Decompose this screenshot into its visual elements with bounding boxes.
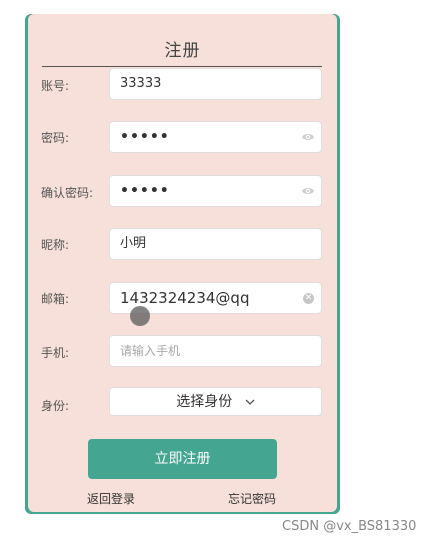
eye-icon[interactable] (301, 185, 315, 197)
account-label: 账号: (41, 79, 70, 93)
chevron-down-icon (245, 399, 255, 405)
password-label: 密码: (41, 131, 70, 145)
register-card: 注册 账号: 33333 密码: ••••• 确认密码: ••••• 昵称: 小… (28, 14, 337, 512)
watermark: CSDN @vx_BS81330 (282, 519, 417, 534)
page-title: 注册 (164, 41, 201, 61)
nickname-value: 小明 (120, 236, 147, 251)
mouse-cursor-indicator (130, 306, 150, 326)
account-input[interactable]: 33333 (109, 68, 322, 100)
page: 注册 账号: 33333 密码: ••••• 确认密码: ••••• 昵称: 小… (0, 0, 447, 545)
nickname-label: 昵称: (41, 238, 70, 252)
forgot-password-link[interactable]: 忘记密码 (228, 490, 276, 507)
eye-icon[interactable] (301, 131, 315, 143)
confirm-password-value: ••••• (120, 183, 170, 199)
role-select-value: 选择身份 (110, 388, 321, 416)
email-label: 邮箱: (41, 292, 70, 306)
confirm-password-label: 确认密码: (41, 186, 94, 200)
account-value: 33333 (120, 76, 162, 91)
password-value: ••••• (120, 129, 170, 145)
confirm-password-input[interactable]: ••••• (109, 175, 322, 207)
phone-label: 手机: (41, 346, 70, 360)
password-input[interactable]: ••••• (109, 121, 322, 153)
role-select-text: 选择身份 (176, 394, 233, 410)
role-label: 身份: (41, 399, 70, 413)
phone-input[interactable]: 请输入手机 (109, 335, 322, 367)
role-select[interactable]: 选择身份 (109, 387, 322, 416)
back-to-login-link[interactable]: 返回登录 (87, 490, 135, 507)
clear-icon[interactable]: ✕ (303, 293, 314, 304)
register-button[interactable]: 立即注册 (88, 439, 277, 479)
phone-placeholder: 请输入手机 (120, 344, 181, 358)
title-divider (42, 66, 322, 67)
nickname-input[interactable]: 小明 (109, 228, 322, 260)
